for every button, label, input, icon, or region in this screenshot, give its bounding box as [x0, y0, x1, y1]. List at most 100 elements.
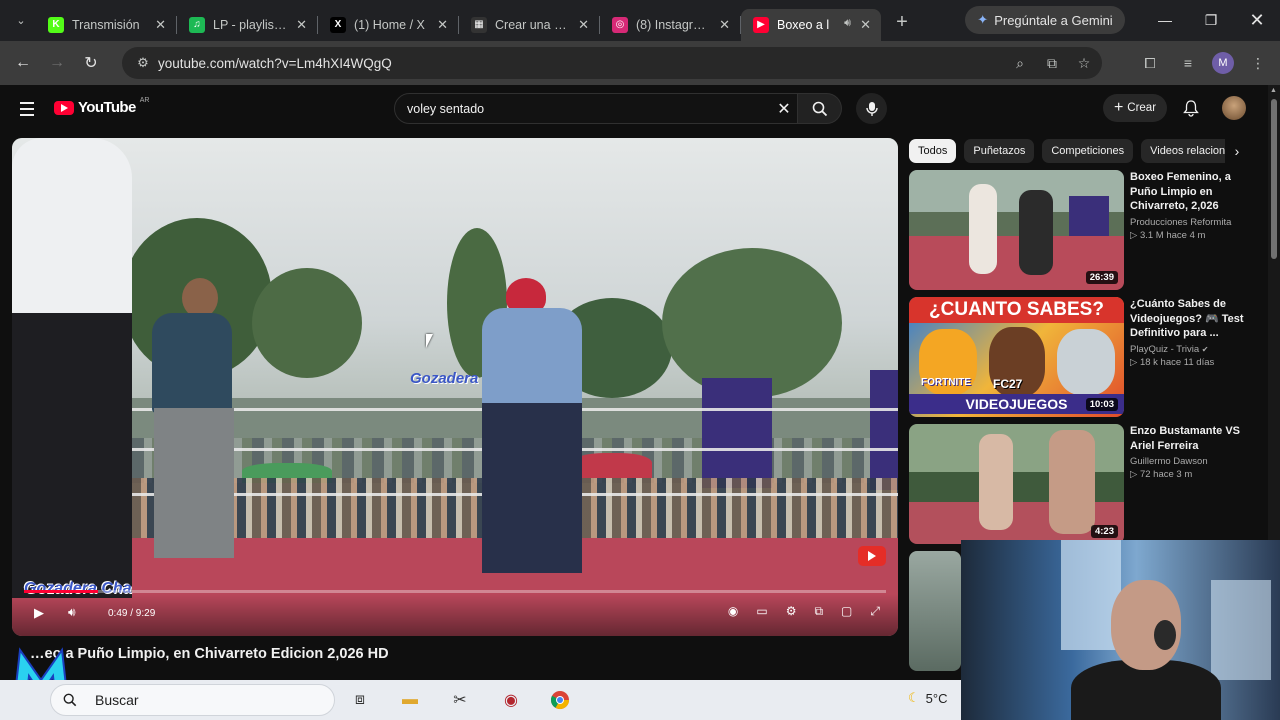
country-code: AR — [139, 97, 150, 104]
settings-gear-icon[interactable]: ⚙ — [786, 604, 797, 619]
search-field[interactable] — [394, 93, 798, 124]
restore-icon[interactable]: ❐ — [1188, 0, 1234, 40]
video-frame-rope — [12, 408, 898, 411]
filter-chip[interactable]: Puñetazos — [964, 139, 1035, 163]
voice-search-button[interactable] — [856, 93, 887, 124]
related-title[interactable]: Boxeo Femenino, a Puño Limpio en Chivarr… — [1130, 170, 1254, 214]
scrollbar-thumb[interactable] — [1271, 99, 1277, 259]
taskbar-search[interactable]: Buscar — [50, 684, 335, 716]
related-thumbnail[interactable]: 4:23 — [909, 424, 1124, 544]
clear-search-icon[interactable]: ✕ — [772, 97, 796, 121]
related-thumbnail[interactable]: 26:39 — [909, 170, 1124, 290]
cast-icon[interactable]: ▢ — [841, 604, 852, 619]
youtube-header: YouTube AR ✕ + Crear — [0, 85, 1268, 133]
close-tab-icon[interactable]: ✕ — [155, 17, 166, 33]
browser-toolbar: ← → ↻ ⚙ youtube.com/watch?v=Lm4hXI4WQgQ … — [0, 41, 1280, 85]
related-video[interactable]: 4:23 Enzo Bustamante VS Ariel Ferreira G… — [909, 424, 1254, 544]
profile-avatar[interactable]: M — [1212, 52, 1234, 74]
related-thumbnail[interactable]: ¿CUANTO SABES? FORTNITE FC27 VIDEOJUEGOS… — [909, 297, 1124, 417]
close-tab-icon[interactable]: ✕ — [437, 17, 448, 33]
video-frame-rope — [12, 493, 898, 496]
gemini-button[interactable]: ✦ Pregúntale a Gemini — [965, 6, 1125, 34]
browser-tab[interactable]: ▶ Boxeo a l 🔊︎ ✕ — [741, 8, 881, 41]
youtube-logo[interactable]: YouTube AR — [54, 97, 150, 116]
subtitles-icon[interactable]: ▭ — [756, 604, 767, 619]
site-info-icon[interactable]: ⚙ — [128, 55, 158, 71]
browser-tab[interactable]: ▦ Crear una list ✕ — [459, 9, 599, 41]
browser-tab[interactable]: ◎ (8) Instagram ✕ — [600, 9, 740, 41]
scroll-up-icon[interactable]: ▲ — [1270, 87, 1277, 94]
tab-audio-icon[interactable]: 🔊︎ — [844, 17, 851, 30]
install-app-icon[interactable]: ⧉ — [1040, 51, 1064, 75]
search-input[interactable] — [407, 101, 767, 116]
minimize-icon[interactable]: — — [1142, 0, 1188, 40]
close-tab-icon[interactable]: ✕ — [719, 17, 730, 33]
related-title[interactable]: Enzo Bustamante VS Ariel Ferreira — [1130, 424, 1254, 453]
address-bar[interactable]: ⚙ youtube.com/watch?v=Lm4hXI4WQgQ ⌕ ⧉ ☆ — [122, 47, 1102, 79]
capcut-icon[interactable]: ✂ — [446, 686, 474, 714]
filter-chip[interactable]: Todos — [909, 139, 957, 163]
search-button[interactable] — [798, 93, 842, 124]
chrome-taskbar-icon[interactable] — [546, 686, 574, 714]
obs-icon[interactable]: ◉ — [497, 686, 525, 714]
miniplayer-icon[interactable]: ⧉ — [814, 604, 823, 619]
video-frame-rope — [12, 448, 898, 451]
taskbar-search-label: Buscar — [95, 692, 139, 708]
task-view-icon[interactable]: ⧈ — [346, 686, 374, 714]
reload-icon[interactable]: ↻ — [74, 46, 108, 80]
related-channel[interactable]: PlayQuiz - Trivia ✔ — [1130, 344, 1254, 355]
video-player[interactable]: Gozadera Gozadera Cha ▶ 🔊︎ 0:49 / 9:29 ◉… — [12, 138, 898, 636]
progress-fill — [24, 590, 99, 593]
related-thumbnail[interactable] — [909, 551, 961, 671]
chrome-menu-icon[interactable]: ⋮ — [1244, 49, 1272, 77]
close-window-icon[interactable]: ✕ — [1234, 0, 1280, 40]
autoplay-toggle-icon[interactable]: ◉ — [728, 604, 738, 619]
new-tab-button[interactable]: + — [887, 8, 917, 38]
tab-title: (8) Instagram — [636, 17, 710, 32]
subscribe-watermark-icon[interactable] — [858, 546, 886, 566]
tab-search-icon[interactable]: ⌄ — [6, 6, 36, 36]
video-frame-person — [482, 308, 582, 408]
extensions-icon[interactable]: ⧠ — [1136, 49, 1164, 77]
close-tab-icon[interactable]: ✕ — [296, 17, 307, 33]
volume-icon[interactable]: 🔊︎ — [68, 605, 76, 620]
browser-tab[interactable]: X (1) Home / X ✕ — [318, 9, 458, 41]
related-title[interactable]: ¿Cuánto Sabes de Videojuegos? 🎮 Test Def… — [1130, 297, 1254, 341]
weather-widget[interactable]: ☾ 5°C — [908, 690, 947, 706]
play-icon[interactable]: ▶ — [34, 605, 44, 621]
related-channel[interactable]: Producciones Reformita — [1130, 217, 1254, 228]
filter-chip[interactable]: Competiciones — [1042, 139, 1134, 163]
fullscreen-icon[interactable]: ⤢ — [870, 604, 880, 619]
video-frame-person — [482, 403, 582, 573]
notifications-bell-icon[interactable] — [1180, 97, 1202, 119]
youtube-logo-text: YouTube — [78, 99, 136, 116]
video-frame-banner — [702, 378, 772, 488]
related-video[interactable]: 26:39 Boxeo Femenino, a Puño Limpio en C… — [909, 170, 1254, 290]
create-button[interactable]: + Crear — [1103, 94, 1167, 122]
bookmark-star-icon[interactable]: ☆ — [1072, 51, 1096, 75]
forward-icon[interactable]: → — [40, 46, 74, 80]
progress-bar[interactable] — [24, 590, 886, 593]
browser-tab[interactable]: ♫ LP - playlist b ✕ — [177, 9, 317, 41]
video-duration: 10:03 — [1085, 398, 1118, 411]
account-avatar[interactable] — [1222, 96, 1246, 120]
close-tab-icon[interactable]: ✕ — [578, 17, 589, 33]
thumb-label: FC27 — [993, 377, 1023, 391]
menu-icon[interactable] — [16, 97, 40, 121]
youtube-play-icon — [54, 100, 74, 115]
zoom-icon[interactable]: ⌕ — [1008, 51, 1032, 75]
video-frame-tree — [252, 268, 362, 378]
related-meta: ▷ 3.1 M hace 4 m — [1130, 229, 1206, 241]
close-tab-icon[interactable]: ✕ — [860, 17, 871, 33]
back-icon[interactable]: ← — [6, 46, 40, 80]
chevron-right-icon[interactable]: › — [1225, 139, 1249, 163]
related-channel[interactable]: Guillermo Dawson — [1130, 456, 1254, 467]
media-controls-icon[interactable]: ≡ — [1174, 49, 1202, 77]
thumb-label: FORTNITE — [921, 377, 971, 388]
video-duration: 4:23 — [1090, 525, 1118, 538]
tab-title: Boxeo a l — [777, 17, 830, 32]
related-video[interactable]: ¿CUANTO SABES? FORTNITE FC27 VIDEOJUEGOS… — [909, 297, 1254, 417]
file-explorer-icon[interactable]: ▬ — [396, 686, 424, 714]
browser-tab[interactable]: K Transmisión ✕ — [36, 9, 176, 41]
url-text[interactable]: youtube.com/watch?v=Lm4hXI4WQgQ — [158, 56, 392, 71]
